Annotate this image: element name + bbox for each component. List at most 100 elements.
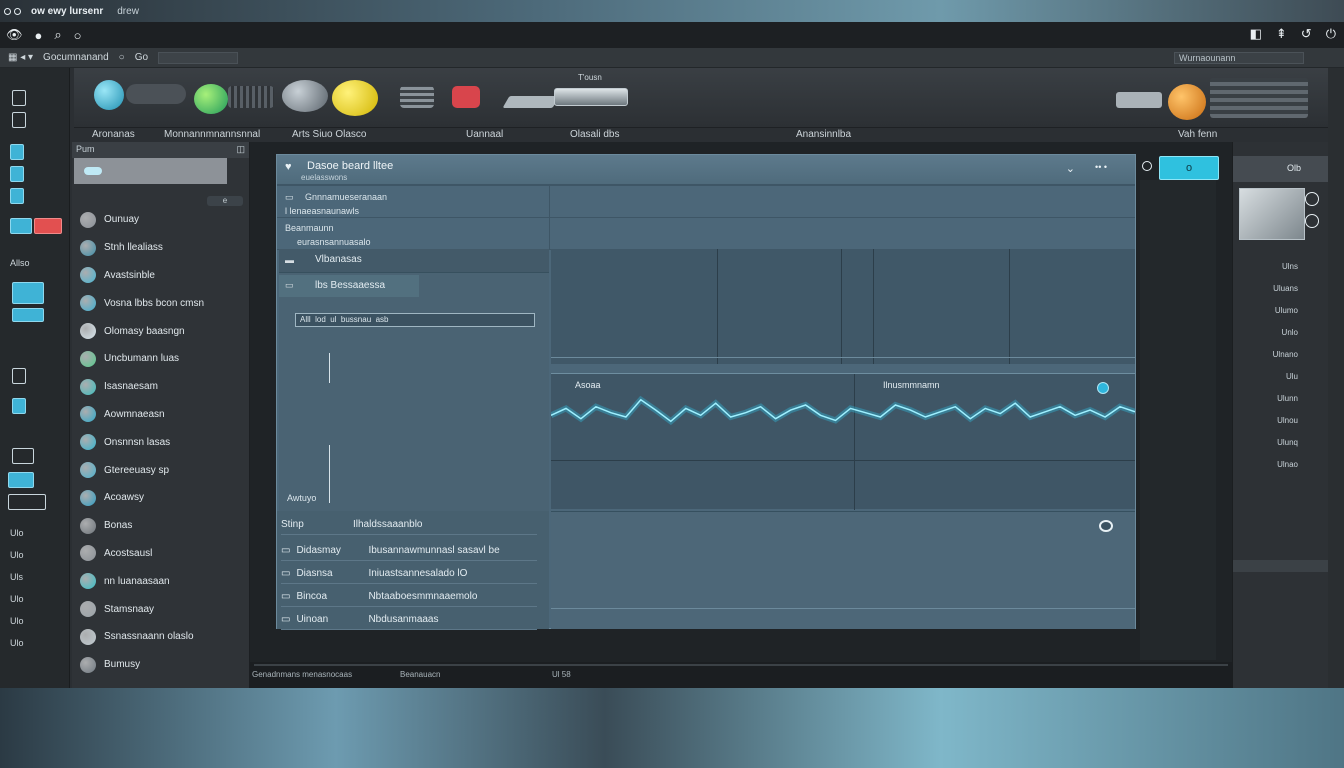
- layers-menu-icon[interactable]: ◫: [236, 144, 245, 156]
- tool-record-icon[interactable]: [34, 218, 62, 234]
- right-panel-item[interactable]: Ulunn: [1277, 394, 1298, 403]
- power-icon[interactable]: ⏻: [1326, 26, 1336, 42]
- tool-grid-icon[interactable]: [12, 368, 26, 384]
- tool-frame-icon[interactable]: [10, 166, 24, 182]
- layer-item[interactable]: Bumusy: [80, 651, 230, 679]
- right-panel-scrollbar[interactable]: [1233, 560, 1329, 572]
- tube-icon[interactable]: [126, 84, 186, 104]
- tool-page-icon[interactable]: [12, 112, 26, 128]
- tool-layer-icon[interactable]: [10, 144, 24, 160]
- property-row[interactable]: ▭ Didasmay Ibusannawmunnasl sasavl be: [281, 541, 537, 561]
- orange-blob-icon[interactable]: [1168, 84, 1206, 120]
- layer-item[interactable]: Onsnnsn lasas: [80, 428, 230, 456]
- more-icon[interactable]: •• •: [1095, 162, 1107, 172]
- right-panel-item[interactable]: Unlo: [1282, 328, 1298, 337]
- thumb-option-icon[interactable]: [1305, 192, 1319, 206]
- track-row[interactable]: ▬ Vlbanasas: [279, 249, 549, 273]
- bottom-grid[interactable]: [551, 511, 1135, 629]
- silver-blob-icon[interactable]: [282, 80, 328, 112]
- heart-icon[interactable]: ♥: [285, 161, 292, 173]
- right-panel-item[interactable]: Ulnou: [1277, 416, 1298, 425]
- property-row[interactable]: ▭ Diasnsa Iniuastsannesalado lO: [281, 564, 537, 584]
- tool-bars-icon[interactable]: [12, 308, 44, 322]
- preview-thumbnail[interactable]: [1239, 188, 1305, 240]
- layer-item[interactable]: Olomasy baasngn: [80, 317, 230, 345]
- grill-icon[interactable]: [228, 86, 274, 108]
- yellow-blob-icon[interactable]: [332, 80, 378, 116]
- layer-item[interactable]: Stamsnaay: [80, 595, 230, 623]
- tool-chart-icon[interactable]: [12, 398, 26, 414]
- active-action-button[interactable]: o: [1159, 156, 1219, 180]
- menu-item-search-icon[interactable]: ○: [119, 52, 125, 63]
- menu-item-go[interactable]: Go: [135, 52, 148, 63]
- layer-item[interactable]: nn luanaasaan: [80, 567, 230, 595]
- track-grid[interactable]: [551, 249, 1135, 364]
- search-icon[interactable]: ⌕: [54, 27, 61, 43]
- tool-stack-icon[interactable]: [10, 188, 24, 204]
- ribbon-label[interactable]: Anansinnlba: [796, 129, 851, 140]
- layer-item[interactable]: Bonas: [80, 512, 230, 540]
- green-blob-icon[interactable]: [194, 84, 228, 114]
- right-panel-item[interactable]: Ulns: [1282, 262, 1298, 271]
- dot-icon[interactable]: ●: [35, 28, 43, 43]
- eye-icon[interactable]: 👁: [6, 27, 23, 43]
- property-row[interactable]: ▭ Uinoan Nbdusanmaaas: [281, 610, 537, 630]
- layer-item[interactable]: Isasnaesam: [80, 373, 230, 401]
- minimize-window-icon[interactable]: [14, 7, 21, 15]
- radio-icon[interactable]: [1142, 161, 1152, 171]
- waveform-panel[interactable]: Asoaa Ilnusmmnamn: [551, 373, 1135, 510]
- ribbon-label[interactable]: Aronanas: [92, 129, 135, 140]
- layer-item[interactable]: Gtereeuasy sp: [80, 456, 230, 484]
- ribbon-label[interactable]: Vah fenn: [1178, 129, 1217, 140]
- right-panel-item[interactable]: Ulu: [1286, 372, 1298, 381]
- layer-item[interactable]: Acostsausl: [80, 540, 230, 568]
- undo-icon[interactable]: ↺: [1301, 26, 1312, 42]
- right-panel-item[interactable]: Ulnao: [1277, 460, 1298, 469]
- layers-selected-row[interactable]: [74, 158, 227, 184]
- arrow-icon[interactable]: ⇞: [1276, 26, 1287, 42]
- tool-eq-icon[interactable]: [8, 472, 34, 488]
- right-panel-item[interactable]: Ulumo: [1275, 306, 1298, 315]
- layer-item[interactable]: Ounuay: [80, 206, 230, 234]
- right-panel-item[interactable]: Ulunq: [1277, 438, 1298, 447]
- track-folder-icon[interactable]: ▭: [285, 280, 294, 291]
- layers-tab[interactable]: e: [207, 196, 243, 206]
- chevron-down-icon[interactable]: ⌄: [1066, 162, 1075, 175]
- layer-item[interactable]: Avastsinble: [80, 262, 230, 290]
- lock-icon[interactable]: ◧: [1250, 26, 1262, 42]
- tool-doc-icon[interactable]: [12, 90, 26, 106]
- menu-item-main[interactable]: Gocumnanand: [43, 52, 109, 63]
- cable-icon[interactable]: [1116, 92, 1162, 108]
- tool-spectrum-icon[interactable]: [12, 448, 34, 464]
- ribbon-label[interactable]: Monnannmnannsnnal: [164, 129, 260, 140]
- ribbon-label[interactable]: Arts Siuo Olasco: [292, 129, 366, 140]
- red-tool-icon[interactable]: [452, 86, 480, 108]
- circle-icon[interactable]: ○: [74, 28, 82, 43]
- tool-panel-icon[interactable]: [12, 282, 44, 304]
- right-panel-item[interactable]: Ulnano: [1273, 350, 1298, 359]
- close-window-icon[interactable]: [4, 7, 11, 15]
- layer-item[interactable]: Aowmnaeasn: [80, 401, 230, 429]
- layer-item[interactable]: Vosna lbbs bcon cmsn: [80, 289, 230, 317]
- toggle-pill-icon[interactable]: [84, 167, 102, 175]
- eye-toggle-icon[interactable]: [1099, 520, 1113, 532]
- teal-sphere-icon[interactable]: [94, 80, 124, 110]
- thumb-option-icon[interactable]: [1305, 214, 1319, 228]
- layer-item[interactable]: Ssnassnaann olaslo: [80, 623, 230, 651]
- menu-grid-icon[interactable]: ▦ ◂ ▾: [8, 52, 33, 63]
- property-row[interactable]: ▭ Bincoa Nbtaaboesmmnaaemolo: [281, 587, 537, 607]
- bar-tool-icon[interactable]: [554, 88, 628, 106]
- right-panel-item[interactable]: Uluans: [1273, 284, 1298, 293]
- layer-item[interactable]: Uncbumann luas: [80, 345, 230, 373]
- rack-icon[interactable]: [1210, 78, 1308, 118]
- menu-right-field[interactable]: Wurnaounann: [1174, 52, 1304, 64]
- track-row[interactable]: ▭ lbs Bessaaessa: [279, 275, 419, 297]
- blade-icon[interactable]: [502, 96, 560, 108]
- layer-item[interactable]: Stnh llealiass: [80, 234, 230, 262]
- layer-item[interactable]: Acoawsy: [80, 484, 230, 512]
- menu-field[interactable]: [158, 51, 239, 64]
- scrubber-field[interactable]: Alll lod ul bussnau asb: [295, 313, 535, 327]
- tool-flag-icon[interactable]: [10, 218, 32, 234]
- ribbon-label[interactable]: Uannaal: [466, 129, 503, 140]
- tool-plug-icon[interactable]: [8, 494, 46, 510]
